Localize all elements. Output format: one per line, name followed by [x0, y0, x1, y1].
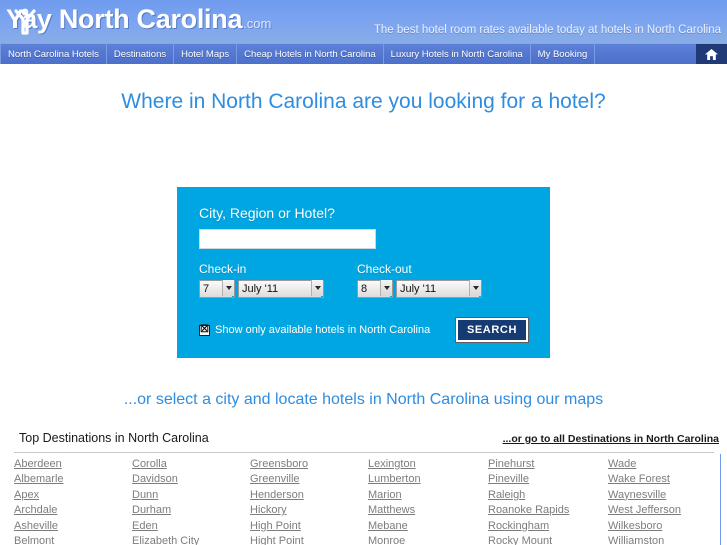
header-tagline: The best hotel room rates available toda… — [373, 24, 721, 36]
destination-city-link[interactable]: Wade — [608, 457, 726, 472]
nav-item-cheap-hotels[interactable]: Cheap Hotels in North Carolina — [237, 44, 384, 64]
site-header: Yay North Carolina .com The best hotel r… — [0, 0, 727, 43]
destination-city-link[interactable]: Henderson — [250, 488, 368, 503]
destination-city-link[interactable]: Davidson — [132, 472, 250, 487]
site-logo[interactable]: Yay North Carolina .com — [6, 4, 272, 35]
destination-city-columns: Aberdeen Albemarle Apex Archdale Asheville Be… — [14, 457, 717, 545]
checkout-label: Check-out — [357, 262, 412, 276]
destination-city-link[interactable]: Asheville — [14, 519, 132, 534]
destination-city-link[interactable]: Corolla — [132, 457, 250, 472]
destination-city-link[interactable]: Rockingham — [488, 519, 608, 534]
destination-city-link[interactable]: Wilkesboro — [608, 519, 726, 534]
destination-city-link[interactable]: Hight Point — [250, 534, 368, 545]
show-available-checkbox-label[interactable]: Show only available hotels in North Caro… — [215, 324, 430, 336]
destination-column: Lexington Lumberton Marion Matthews Mebane Mo… — [368, 457, 488, 545]
destination-column: Aberdeen Albemarle Apex Archdale Asheville Be… — [14, 457, 132, 545]
checkin-label: Check-in — [199, 262, 247, 276]
nav-item-label: My Booking — [537, 48, 588, 60]
destination-city-link[interactable]: Rocky Mount — [488, 534, 608, 545]
destination-city-link[interactable]: Durham — [132, 503, 250, 518]
destination-city-link[interactable]: West Jefferson — [608, 503, 726, 518]
page-headline: Where in North Carolina are you looking … — [121, 90, 606, 113]
destinations-title: Top Destinations in North Carolina — [19, 431, 209, 445]
checkout-selects: 8 July '11 — [357, 279, 515, 298]
destination-city-link[interactable]: Roanoke Rapids — [488, 503, 608, 518]
destination-city-link[interactable]: Eden — [132, 519, 250, 534]
logo-tld: .com — [243, 16, 272, 31]
destination-city-link[interactable]: Marion — [368, 488, 488, 503]
destination-city-link[interactable]: Archdale — [14, 503, 132, 518]
destination-city-link[interactable]: Wake Forest — [608, 472, 726, 487]
city-region-hotel-input[interactable] — [199, 229, 376, 249]
destination-column: Greensboro Greenville Henderson Hickory High… — [250, 457, 368, 545]
checkout-day-select[interactable]: 8 — [357, 280, 393, 298]
destination-column: Wade Wake Forest Waynesville West Jefferson… — [608, 457, 726, 545]
hotel-search-panel: City, Region or Hotel? Check-in 7 July '… — [177, 187, 550, 358]
checkin-group: Check-in 7 July '11 — [199, 262, 357, 298]
nav-item-label: Luxury Hotels in North Carolina — [390, 48, 523, 60]
checkout-month-select[interactable]: July '11 — [396, 280, 482, 298]
destination-city-link[interactable]: Hickory — [250, 503, 368, 518]
destinations-divider — [14, 452, 714, 453]
destination-city-link[interactable]: Mebane — [368, 519, 488, 534]
destination-city-link[interactable]: Albemarle — [14, 472, 132, 487]
destination-city-link[interactable]: Pinehurst — [488, 457, 608, 472]
main-content: Where in North Carolina are you looking … — [0, 64, 727, 545]
destination-column: Pinehurst Pineville Raleigh Roanoke Rapids R… — [488, 457, 608, 545]
nav-item-label: Destinations — [113, 48, 167, 60]
destination-city-link[interactable]: Elizabeth City — [132, 534, 250, 545]
search-button[interactable]: SEARCH — [454, 317, 530, 343]
destination-city-link[interactable]: Greensboro — [250, 457, 368, 472]
nav-item-luxury-hotels[interactable]: Luxury Hotels in North Carolina — [384, 44, 531, 64]
checkin-selects: 7 July '11 — [199, 279, 357, 298]
checkout-month-wrap: July '11 — [396, 279, 482, 298]
date-selectors-row: Check-in 7 July '11 Check-out 8 July '11 — [199, 262, 528, 298]
checkin-day-select[interactable]: 7 — [199, 280, 235, 298]
destinations-header: Top Destinations in North Carolina ...or… — [0, 431, 727, 453]
checkin-day-wrap: 7 — [199, 279, 235, 298]
all-destinations-link[interactable]: ...or go to all Destinations in North Ca… — [503, 433, 719, 445]
nav-item-label: Hotel Maps — [181, 48, 230, 60]
destination-city-link[interactable]: Aberdeen — [14, 457, 132, 472]
destination-city-link[interactable]: High Point — [250, 519, 368, 534]
destination-city-link[interactable]: Williamston — [608, 534, 726, 545]
destination-city-link[interactable]: Belmont — [14, 534, 132, 545]
nav-home-button[interactable] — [696, 44, 727, 64]
destination-city-link[interactable]: Monroe — [368, 534, 488, 545]
destination-city-link[interactable]: Dunn — [132, 488, 250, 503]
nav-item-label: Cheap Hotels in North Carolina — [244, 48, 376, 60]
page-subheadline: ...or select a city and locate hotels in… — [123, 391, 604, 408]
destination-city-link[interactable]: Lumberton — [368, 472, 488, 487]
main-navigation: North Carolina Hotels Destinations Hotel… — [0, 43, 727, 64]
destination-city-link[interactable]: Matthews — [368, 503, 488, 518]
nav-item-my-booking[interactable]: My Booking — [531, 44, 596, 64]
search-panel-label: City, Region or Hotel? — [199, 205, 335, 221]
destination-column: Corolla Davidson Dunn Durham Eden Elizabeth C… — [132, 457, 250, 545]
logo-text: Yay North Carolina — [6, 4, 243, 34]
checkbox-mark: ☒ — [200, 324, 209, 335]
nav-item-label: North Carolina Hotels — [8, 48, 99, 60]
destination-city-link[interactable]: Waynesville — [608, 488, 726, 503]
right-edge-rule — [720, 454, 721, 545]
destination-city-link[interactable]: Lexington — [368, 457, 488, 472]
checkin-month-select[interactable]: July '11 — [238, 280, 324, 298]
home-icon — [705, 48, 718, 60]
nav-item-destinations[interactable]: Destinations — [107, 44, 175, 64]
destination-city-link[interactable]: Greenville — [250, 472, 368, 487]
destination-city-link[interactable]: Raleigh — [488, 488, 608, 503]
destination-city-link[interactable]: Pineville — [488, 472, 608, 487]
checkin-month-wrap: July '11 — [238, 279, 324, 298]
search-panel-footer: ☒ Show only available hotels in North Ca… — [199, 317, 530, 343]
nav-item-hotel-maps[interactable]: Hotel Maps — [174, 44, 238, 64]
destination-city-link[interactable]: Apex — [14, 488, 132, 503]
nav-item-north-carolina-hotels[interactable]: North Carolina Hotels — [0, 44, 107, 64]
checkout-group: Check-out 8 July '11 — [357, 262, 515, 298]
show-available-checkbox[interactable]: ☒ — [199, 324, 210, 336]
checkout-day-wrap: 8 — [357, 279, 393, 298]
